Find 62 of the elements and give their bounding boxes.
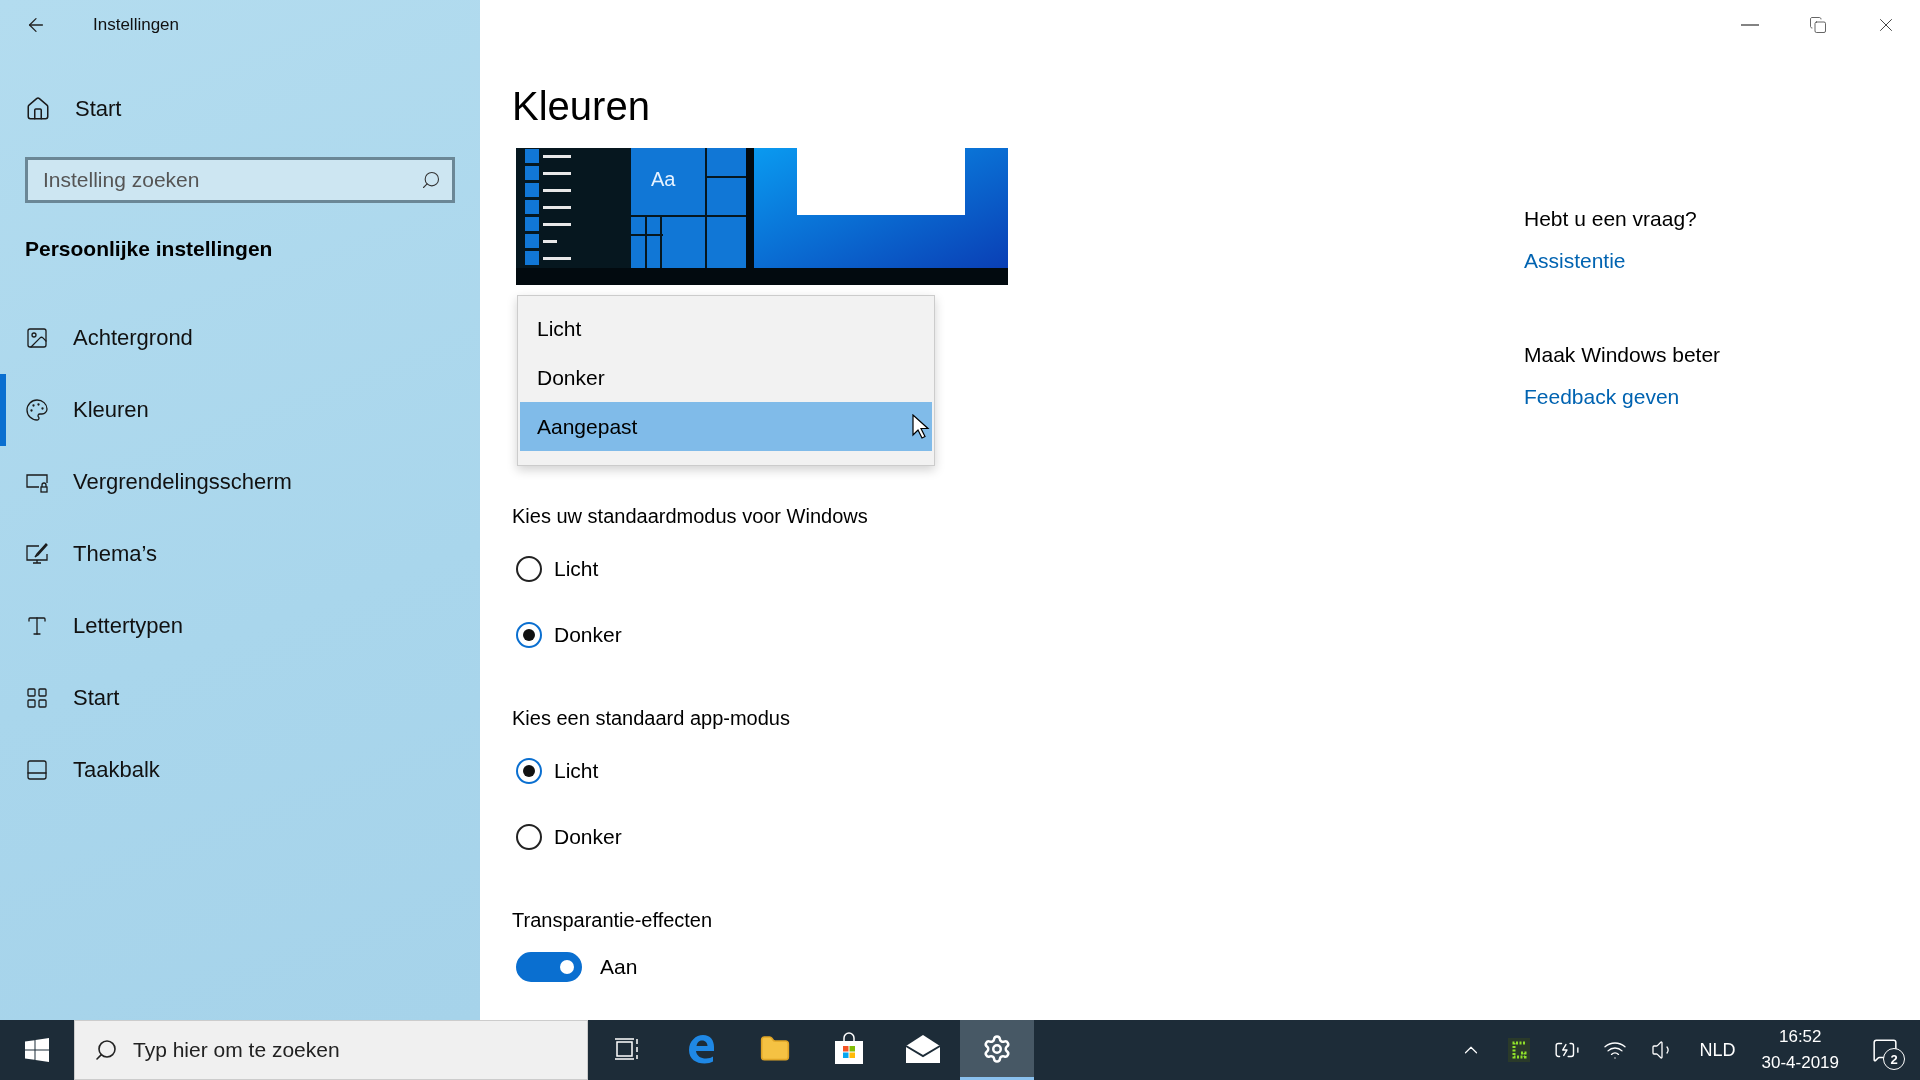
palette-icon xyxy=(25,398,49,422)
clock-date: 30-4-2019 xyxy=(1761,1053,1839,1073)
nav-item[interactable]: Taakbalk xyxy=(0,734,480,806)
radio-button[interactable] xyxy=(516,824,542,850)
picture-icon xyxy=(25,326,49,350)
shopping-bag-icon xyxy=(832,1031,866,1066)
radio-option[interactable]: Donker xyxy=(512,804,1524,870)
windows-logo-icon xyxy=(25,1038,49,1062)
radio-option[interactable]: Licht xyxy=(512,536,1524,602)
dropdown-option[interactable]: Donker xyxy=(520,353,932,402)
notifications-button[interactable]: 2 xyxy=(1853,1020,1917,1080)
search-icon xyxy=(421,170,441,190)
language-button[interactable]: NLD xyxy=(1687,1020,1748,1080)
taskbar-icon xyxy=(25,758,49,782)
radio-option[interactable]: Licht xyxy=(512,738,1524,804)
radio-label: Licht xyxy=(554,759,599,783)
nav-item[interactable]: Vergrendelingsscherm xyxy=(0,446,480,518)
radio-button[interactable] xyxy=(516,556,542,582)
mouse-pointer-icon xyxy=(912,414,930,440)
envelope-icon xyxy=(905,1033,941,1064)
radio-button[interactable] xyxy=(516,758,542,784)
minimize-icon xyxy=(1741,24,1759,26)
window-title: Instellingen xyxy=(93,15,179,35)
group-label: Kies een standaard app-modus xyxy=(512,705,791,731)
nav-item[interactable]: Thema’s xyxy=(0,518,480,590)
task-view-icon xyxy=(614,1035,640,1062)
radio-label: Licht xyxy=(554,557,599,581)
search-icon xyxy=(94,1038,118,1062)
preview-text: Aa xyxy=(651,168,676,190)
nav-item[interactable]: Lettertypen xyxy=(0,590,480,662)
search-field[interactable]: Instelling zoeken xyxy=(25,157,455,203)
page-title: Kleuren xyxy=(512,83,651,130)
notification-count: 2 xyxy=(1883,1048,1905,1070)
restore-icon xyxy=(1809,16,1827,34)
taskbar-search-field[interactable]: Typ hier om te zoeken xyxy=(74,1020,588,1080)
dropdown-option[interactable]: Licht xyxy=(520,304,932,353)
toggle-label: Aan xyxy=(600,955,638,979)
help-heading: Hebt u een vraag? xyxy=(1524,207,1697,231)
tiles-icon xyxy=(25,686,49,710)
radio-label: Donker xyxy=(554,623,622,647)
radio-label: Donker xyxy=(554,825,622,849)
help-link[interactable]: Assistentie xyxy=(1524,249,1626,273)
dotted-c-icon xyxy=(1508,1038,1531,1062)
help-heading: Maak Windows beter xyxy=(1524,343,1721,367)
dropdown-option[interactable]: Aangepast xyxy=(520,402,932,451)
radio-button[interactable] xyxy=(516,622,542,648)
group-label: Transparantie-effecten xyxy=(512,907,714,933)
toggle-switch[interactable] xyxy=(516,952,582,982)
settings-icon xyxy=(982,1033,1012,1064)
radio-option[interactable]: Donker xyxy=(512,602,1524,668)
home-icon xyxy=(25,96,51,122)
home-nav-item[interactable]: Start xyxy=(0,84,480,134)
letters-icon xyxy=(25,614,49,638)
help-link[interactable]: Feedback geven xyxy=(1524,385,1680,409)
section-heading: Persoonlijke instellingen xyxy=(25,236,274,262)
group-label: Kies uw standaardmodus voor Windows xyxy=(512,503,869,529)
nav-item[interactable]: Achtergrond xyxy=(0,302,480,374)
nav-item[interactable]: Start xyxy=(0,662,480,734)
clock-time: 16:52 xyxy=(1778,1027,1822,1047)
brush-monitor-icon xyxy=(25,542,49,566)
taskbar-app-button[interactable] xyxy=(960,1020,1034,1080)
clock-button[interactable]: 16:52 30-4-2019 xyxy=(1747,1020,1853,1080)
